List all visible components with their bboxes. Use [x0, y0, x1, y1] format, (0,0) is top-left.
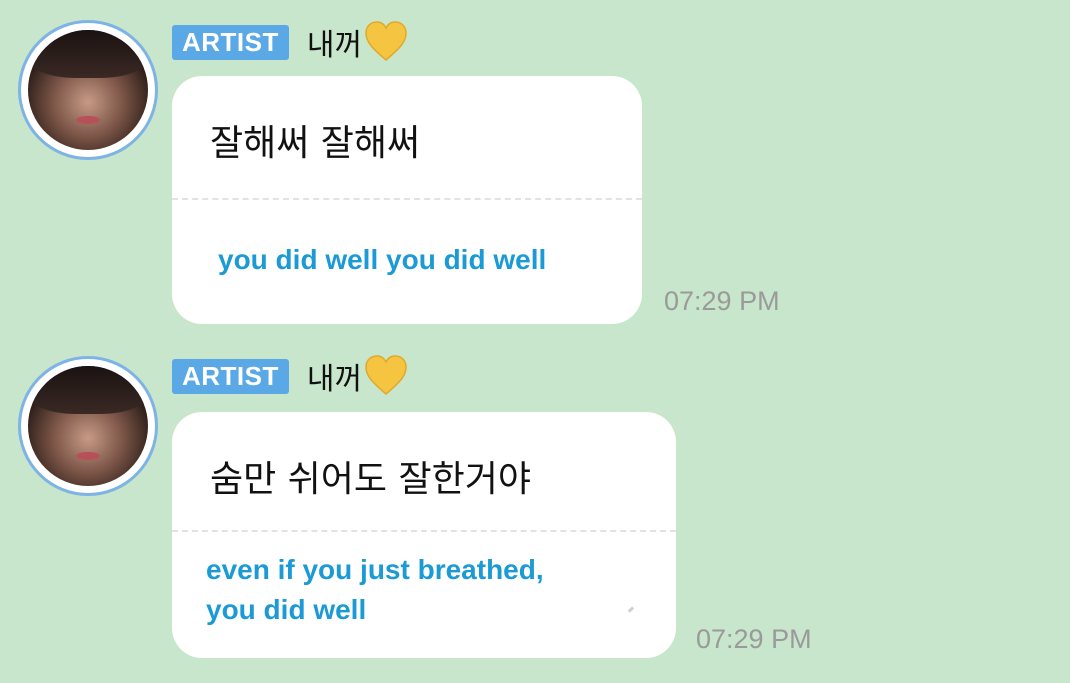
translation-line: you did well	[206, 594, 367, 625]
message-header: ARTIST 내꺼	[172, 354, 408, 398]
sender-name: 내꺼	[306, 362, 363, 397]
chat-message: ARTIST 내꺼 잘해써 잘해써 you did well you did w…	[0, 0, 1070, 340]
yellow-heart-icon	[365, 355, 407, 395]
translation-line: you did well you did well	[218, 244, 547, 275]
avatar-image	[28, 366, 148, 486]
message-bubble[interactable]: 잘해써 잘해써 you did well you did well	[172, 76, 642, 324]
artist-badge: ARTIST	[172, 358, 289, 394]
translation-divider	[172, 198, 642, 200]
message-bubble[interactable]: 숨만 쉬어도 잘한거야 even if you just breathed, y…	[172, 412, 676, 658]
translation-text: you did well you did well	[218, 240, 546, 280]
avatar-image	[28, 30, 148, 150]
artist-badge: ARTIST	[172, 24, 289, 60]
avatar[interactable]	[18, 356, 158, 496]
timestamp: 07:29 PM	[664, 286, 780, 316]
original-text: 숨만 쉬어도 잘한거야	[210, 459, 531, 500]
translation-divider	[172, 530, 676, 532]
yellow-heart-icon	[365, 21, 407, 61]
read-indicator-icon	[627, 606, 635, 613]
original-text: 잘해써 잘해써	[210, 123, 421, 164]
translation-text: even if you just breathed, you did well	[206, 550, 544, 630]
timestamp: 07:29 PM	[696, 624, 812, 654]
avatar[interactable]	[18, 20, 158, 160]
chat-message: ARTIST 내꺼 숨만 쉬어도 잘한거야 even if you just b…	[0, 340, 1070, 683]
sender-name: 내꺼	[306, 28, 363, 63]
message-header: ARTIST 내꺼	[172, 20, 408, 64]
translation-line: even if you just breathed,	[206, 554, 544, 585]
